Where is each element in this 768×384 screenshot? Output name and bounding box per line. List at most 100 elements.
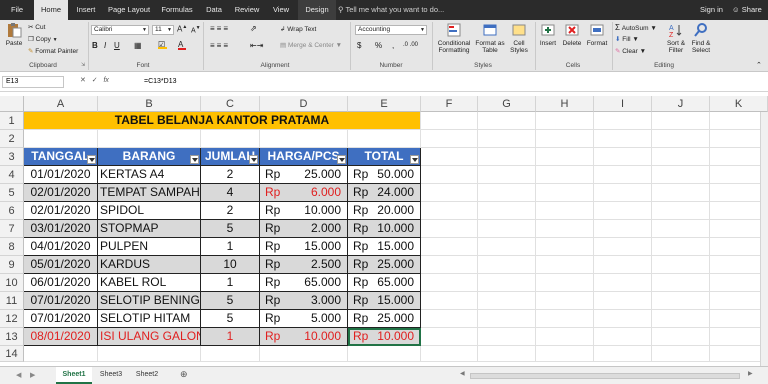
price-cell[interactable]: Rp 65.000 — [260, 274, 348, 292]
cancel-icon[interactable]: ✕ — [80, 77, 86, 84]
column-header[interactable]: K — [710, 96, 768, 112]
borders-icon[interactable]: ▦ — [134, 41, 142, 50]
grid-cell[interactable] — [24, 346, 98, 362]
sign-in-link[interactable]: Sign in — [700, 0, 723, 20]
item-cell[interactable]: STOPMAP — [98, 220, 201, 238]
grid-cell[interactable] — [652, 184, 710, 202]
filter-dropdown-icon[interactable] — [249, 155, 258, 164]
wrap-text-button[interactable]: ↲ Wrap Text — [280, 25, 316, 33]
grid-cell[interactable] — [536, 256, 594, 274]
row-header[interactable]: 10 — [0, 274, 24, 292]
item-cell[interactable]: SPIDOL — [98, 202, 201, 220]
grid-cell[interactable] — [594, 130, 652, 148]
date-cell[interactable]: 07/01/2020 — [24, 292, 98, 310]
price-cell[interactable]: Rp 15.000 — [260, 238, 348, 256]
grid-cell[interactable] — [421, 202, 478, 220]
merge-center-button[interactable]: ▤ Merge & Center ▼ — [280, 41, 342, 49]
filter-dropdown-icon[interactable] — [410, 155, 419, 164]
total-cell[interactable]: Rp 20.000 — [348, 202, 421, 220]
grid-cell[interactable] — [478, 148, 536, 166]
grid-cell[interactable] — [421, 328, 478, 346]
filter-dropdown-icon[interactable] — [87, 155, 96, 164]
grid-cell[interactable] — [421, 130, 478, 148]
tab-view[interactable]: View — [266, 0, 296, 20]
quantity-cell[interactable]: 5 — [201, 310, 260, 328]
item-cell[interactable]: ISI ULANG GALON — [98, 328, 201, 346]
total-cell[interactable]: Rp 10.000 — [348, 220, 421, 238]
price-cell[interactable]: Rp 10.000 — [260, 202, 348, 220]
formula-input[interactable]: =C13*D13 — [144, 76, 177, 88]
format-painter-button[interactable]: ✎ Format Painter — [28, 47, 78, 55]
grid-cell[interactable] — [536, 166, 594, 184]
tell-me-box[interactable]: ⚲ Tell me what you want to do... — [338, 0, 444, 20]
paste-button[interactable]: Paste — [3, 22, 25, 47]
grid-cell[interactable] — [652, 256, 710, 274]
clear-button[interactable]: ✎ Clear ▼ — [615, 47, 646, 55]
grid-cell[interactable] — [594, 256, 652, 274]
row-header[interactable]: 12 — [0, 310, 24, 328]
grid-cell[interactable] — [98, 346, 201, 362]
grid-cell[interactable] — [201, 130, 260, 148]
row-header[interactable]: 4 — [0, 166, 24, 184]
grid-cell[interactable] — [594, 112, 652, 130]
price-cell[interactable]: Rp 10.000 — [260, 328, 348, 346]
name-box[interactable]: E13 — [2, 76, 64, 88]
grid-cell[interactable] — [478, 292, 536, 310]
grid-cell[interactable] — [536, 328, 594, 346]
table-title[interactable]: TABEL BELANJA KANTOR PRATAMA — [24, 112, 421, 130]
font-size-select[interactable]: 11 ▼ — [152, 25, 174, 35]
indent-icons[interactable]: ⇤⇥ — [250, 41, 263, 50]
shrink-font-icon[interactable]: A▼ — [191, 25, 201, 34]
price-cell[interactable]: Rp 25.000 — [260, 166, 348, 184]
grid-cell[interactable] — [536, 310, 594, 328]
quantity-cell[interactable]: 4 — [201, 184, 260, 202]
prev-sheet-icon[interactable]: ◀ — [16, 371, 21, 379]
tab-insert[interactable]: Insert — [70, 0, 102, 20]
date-cell[interactable]: 03/01/2020 — [24, 220, 98, 238]
grid-cell[interactable] — [652, 112, 710, 130]
total-cell[interactable]: Rp 15.000 — [348, 238, 421, 256]
conditional-formatting-button[interactable]: Conditional Formatting — [435, 22, 473, 54]
table-header-cell[interactable]: TOTAL — [348, 148, 421, 166]
grid-cell[interactable] — [478, 328, 536, 346]
grid-cell[interactable] — [478, 274, 536, 292]
grid-cell[interactable] — [594, 202, 652, 220]
quantity-cell[interactable]: 2 — [201, 166, 260, 184]
column-header[interactable]: F — [421, 96, 478, 112]
cut-button[interactable]: ✂ Cut — [28, 23, 45, 31]
italic-icon[interactable]: I — [104, 41, 106, 50]
column-header[interactable]: B — [98, 96, 201, 112]
grid-cell[interactable] — [652, 166, 710, 184]
quantity-cell[interactable]: 5 — [201, 220, 260, 238]
comma-button[interactable]: , — [392, 41, 394, 50]
grid-cell[interactable] — [478, 184, 536, 202]
row-header[interactable]: 7 — [0, 220, 24, 238]
grid-cell[interactable] — [478, 256, 536, 274]
total-cell[interactable]: Rp 50.000 — [348, 166, 421, 184]
sheet-tab-sheet2[interactable]: Sheet2 — [130, 367, 164, 384]
grid-cell[interactable] — [652, 310, 710, 328]
total-cell[interactable]: Rp 24.000 — [348, 184, 421, 202]
price-cell[interactable]: Rp 2.000 — [260, 220, 348, 238]
row-header[interactable]: 9 — [0, 256, 24, 274]
date-cell[interactable]: 06/01/2020 — [24, 274, 98, 292]
find-select-button[interactable]: Find & Select — [689, 22, 713, 54]
grid-cell[interactable] — [536, 184, 594, 202]
row-header[interactable]: 11 — [0, 292, 24, 310]
font-color-icon[interactable]: A — [178, 40, 186, 50]
number-format-select[interactable]: Accounting ▼ — [355, 25, 427, 35]
date-cell[interactable]: 01/01/2020 — [24, 166, 98, 184]
date-cell[interactable]: 05/01/2020 — [24, 256, 98, 274]
collapse-ribbon-icon[interactable]: ⌃ — [756, 61, 762, 69]
format-as-table-button[interactable]: Format as Table — [474, 22, 506, 54]
grid-cell[interactable] — [260, 346, 348, 362]
grid-cell[interactable] — [421, 238, 478, 256]
filter-dropdown-icon[interactable] — [190, 155, 199, 164]
row-header[interactable]: 3 — [0, 148, 24, 166]
orientation-icon[interactable]: ⇗ — [250, 24, 257, 33]
grid-cell[interactable] — [594, 292, 652, 310]
column-header[interactable]: J — [652, 96, 710, 112]
price-cell[interactable]: Rp 5.000 — [260, 310, 348, 328]
grid-cell[interactable] — [478, 112, 536, 130]
grid-cell[interactable] — [421, 346, 478, 362]
